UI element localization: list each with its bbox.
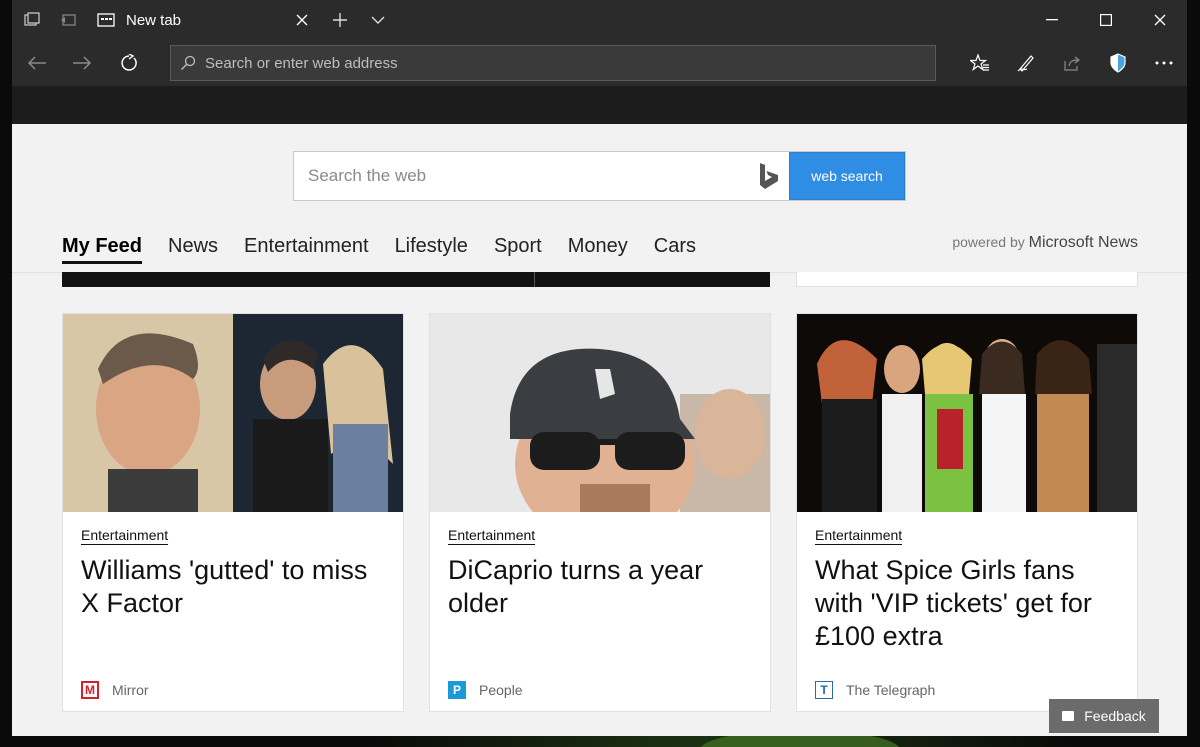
- search-icon: [171, 55, 205, 71]
- feedback-label: Feedback: [1084, 708, 1146, 724]
- pen-icon[interactable]: [1003, 40, 1049, 86]
- people-logo-icon: P: [448, 681, 466, 699]
- address-bar-placeholder: Search or enter web address: [205, 54, 398, 72]
- powered-by-prefix: powered by: [952, 234, 1025, 250]
- card-source: T The Telegraph: [815, 681, 935, 699]
- card-source-name: The Telegraph: [846, 682, 936, 698]
- news-card-image: [63, 314, 403, 512]
- powered-by[interactable]: powered by Microsoft News: [952, 234, 1138, 252]
- forward-arrow-icon[interactable]: [59, 40, 105, 86]
- powered-by-brand: Microsoft News: [1028, 234, 1138, 251]
- browser-window: New tab Search or enter web address Sear…: [12, 0, 1187, 736]
- feedback-button[interactable]: Feedback: [1049, 699, 1159, 733]
- tab-money[interactable]: Money: [568, 235, 628, 264]
- back-arrow-icon[interactable]: [14, 40, 60, 86]
- set-aside-tabs-icon[interactable]: [48, 0, 88, 40]
- minimize-icon[interactable]: [1025, 0, 1079, 40]
- tab-cars[interactable]: Cars: [654, 235, 696, 264]
- bing-logo-icon: [749, 152, 789, 200]
- mirror-logo-icon: M: [81, 681, 99, 699]
- toolbar-spacer: [12, 86, 1187, 124]
- tab-my-feed[interactable]: My Feed: [62, 235, 143, 264]
- news-card[interactable]: Entertainment Williams 'gutted' to miss …: [62, 313, 404, 712]
- close-window-icon[interactable]: [1133, 0, 1187, 40]
- tab-preview-chevron-icon[interactable]: [362, 0, 394, 40]
- web-search-box: web search: [293, 151, 906, 201]
- card-source: M Mirror: [81, 681, 149, 699]
- tab-sport[interactable]: Sport: [494, 235, 542, 264]
- more-options-icon[interactable]: [1141, 40, 1187, 86]
- web-search-input[interactable]: [294, 152, 749, 200]
- share-icon[interactable]: [1049, 40, 1095, 86]
- toolbar-right: [957, 40, 1187, 86]
- tab-new-tab[interactable]: New tab: [86, 0, 322, 40]
- previous-card-strip-right: [796, 272, 1138, 287]
- card-source-name: People: [479, 682, 523, 698]
- card-category[interactable]: Entertainment: [815, 527, 903, 545]
- close-tab-icon[interactable]: [282, 14, 322, 26]
- new-tab-page-icon: [86, 13, 126, 27]
- window-controls: [1025, 0, 1187, 40]
- card-source: P People: [448, 681, 523, 699]
- telegraph-logo-icon: T: [815, 681, 833, 699]
- card-source-name: Mirror: [112, 682, 149, 698]
- address-bar[interactable]: Search or enter web address: [170, 45, 936, 81]
- news-card[interactable]: Entertainment What Spice Girls fans with…: [796, 313, 1138, 712]
- card-category[interactable]: Entertainment: [81, 527, 169, 545]
- feedback-icon: [1062, 711, 1075, 721]
- card-headline[interactable]: Williams 'gutted' to miss X Factor: [81, 554, 385, 620]
- refresh-icon[interactable]: [106, 40, 152, 86]
- navigation-bar: Search or enter web address: [12, 40, 1187, 86]
- tab-title: New tab: [126, 11, 182, 29]
- tab-news[interactable]: News: [168, 235, 218, 264]
- web-search-button[interactable]: web search: [789, 152, 905, 200]
- card-headline[interactable]: What Spice Girls fans with 'VIP tickets'…: [815, 554, 1119, 653]
- tab-lifestyle[interactable]: Lifestyle: [395, 235, 468, 264]
- news-card-image: [797, 314, 1137, 512]
- maximize-icon[interactable]: [1079, 0, 1133, 40]
- tab-entertainment[interactable]: Entertainment: [244, 235, 369, 264]
- shield-extension-icon[interactable]: [1095, 40, 1141, 86]
- favorites-star-icon[interactable]: [957, 40, 1003, 86]
- news-card-image: [430, 314, 770, 512]
- new-tab-page: web search My Feed News Entertainment Li…: [12, 124, 1187, 736]
- previous-card-strip: [62, 272, 770, 287]
- card-category[interactable]: Entertainment: [448, 527, 536, 545]
- news-card[interactable]: Entertainment DiCaprio turns a year olde…: [429, 313, 771, 712]
- tab-manager-icon[interactable]: [12, 0, 52, 40]
- card-headline[interactable]: DiCaprio turns a year older: [448, 554, 752, 620]
- feed-tabs: My Feed News Entertainment Lifestyle Spo…: [62, 228, 722, 264]
- new-tab-button[interactable]: [324, 0, 356, 40]
